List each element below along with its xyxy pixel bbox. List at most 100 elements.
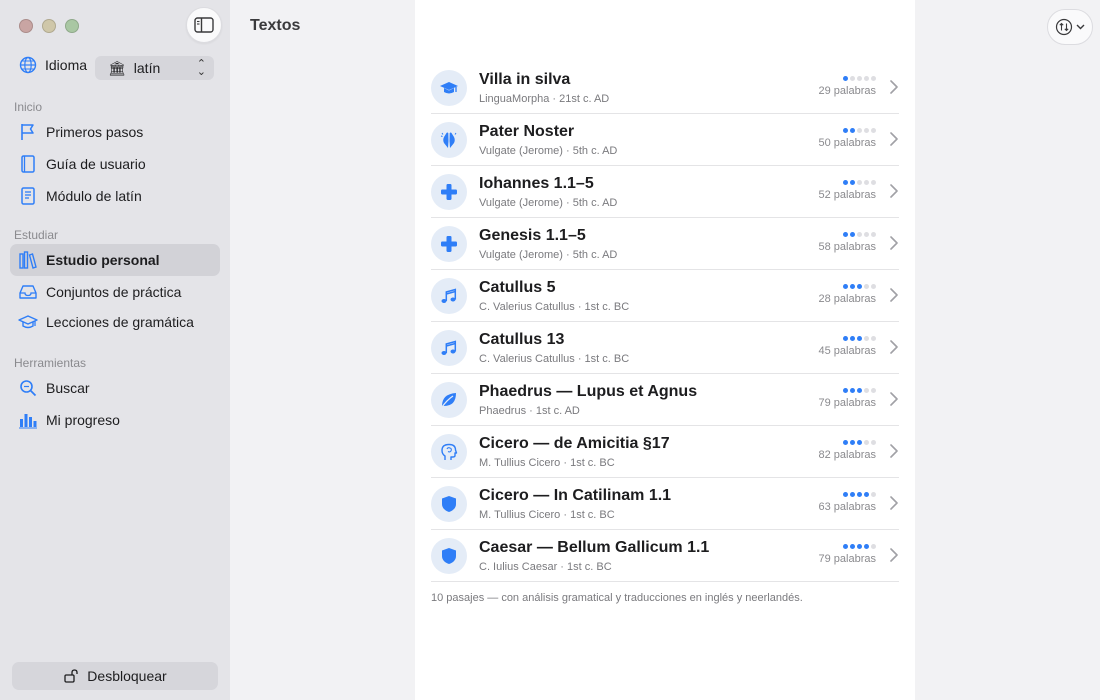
text-source: Phaedrus · 1st c. AD: [479, 405, 580, 417]
chevron-right-icon: [890, 392, 898, 406]
cross-icon-badge: [431, 226, 467, 262]
graduation-cap-icon-badge: [431, 70, 467, 106]
sidebar-item-label: Lecciones de gramática: [46, 314, 194, 330]
zoom-window-button[interactable]: [65, 19, 79, 33]
difficulty-dot: [871, 492, 876, 497]
text-source: C. Valerius Catullus · 1st c. BC: [479, 301, 630, 313]
text-row[interactable]: Villa in silva LinguaMorpha · 21st c. AD 2…: [431, 62, 899, 114]
difficulty-dot: [871, 232, 876, 237]
shield-icon: [442, 548, 456, 564]
graduation-cap-icon: [440, 82, 458, 94]
word-count: 28 palabras: [818, 293, 877, 305]
chevron-right-icon: [890, 288, 898, 302]
text-title: Caesar — Bellum Gallicum 1.1: [479, 539, 710, 556]
sidebar-item-label: Guía de usuario: [46, 156, 146, 172]
difficulty-dot: [864, 492, 869, 497]
section-title-estudiar: Estudiar: [14, 228, 59, 242]
difficulty-dot: [864, 284, 869, 289]
music-notes-icon-badge: [431, 330, 467, 366]
window-controls: [19, 19, 79, 33]
sidebar-item-estudio-personal[interactable]: Estudio personal: [10, 244, 220, 276]
head-profile-icon: [441, 443, 458, 460]
difficulty-dots: [843, 76, 876, 81]
section-title-inicio: Inicio: [14, 100, 43, 114]
difficulty-dot: [864, 76, 869, 81]
text-row[interactable]: Genesis 1.1–5 Vulgate (Jerome) · 5th c. A…: [431, 218, 899, 270]
difficulty-dot: [850, 440, 855, 445]
text-source: C. Valerius Catullus · 1st c. BC: [479, 353, 630, 365]
text-row[interactable]: Pater Noster Vulgate (Jerome) · 5th c. AD…: [431, 114, 899, 166]
text-source: Vulgate (Jerome) · 5th c. AD: [479, 197, 618, 209]
text-row[interactable]: Cicero — de Amicitia §17 M. Tullius Cicer…: [431, 426, 899, 478]
text-source: M. Tullius Cicero · 1st c. BC: [479, 509, 615, 521]
text-row[interactable]: Cicero — In Catilinam 1.1 M. Tullius Cice…: [431, 478, 899, 530]
text-title: Cicero — de Amicitia §17: [479, 435, 670, 452]
language-row: Idioma 🏛 latín ⌃ ⌄: [19, 56, 214, 80]
flag-icon: [21, 124, 34, 140]
difficulty-dot: [857, 284, 862, 289]
minimize-window-button[interactable]: [42, 19, 56, 33]
difficulty-dot: [864, 180, 869, 185]
music-notes-icon-badge: [431, 278, 467, 314]
difficulty-dot: [857, 544, 862, 549]
text-title: Phaedrus — Lupus et Agnus: [479, 383, 698, 400]
sidebar-item-modulo-de-latin[interactable]: Módulo de latín: [10, 180, 220, 212]
sort-button[interactable]: [1047, 9, 1093, 45]
difficulty-dots: [843, 440, 876, 445]
text-source: Vulgate (Jerome) · 5th c. AD: [479, 249, 618, 261]
praying-hands-icon-badge: [431, 122, 467, 158]
text-title: Cicero — In Catilinam 1.1: [479, 487, 672, 504]
text-row[interactable]: Phaedrus — Lupus et Agnus Phaedrus · 1st …: [431, 374, 899, 426]
sidebar-toggle-button[interactable]: [186, 7, 222, 43]
text-title: Genesis 1.1–5: [479, 227, 586, 244]
sidebar-item-mi-progreso[interactable]: Mi progreso: [10, 404, 220, 436]
text-title: Catullus 13: [479, 331, 565, 348]
sidebar-item-label: Mi progreso: [46, 412, 120, 428]
main-area: Textos Villa in silva LinguaMorpha · 21st…: [230, 0, 1100, 700]
language-select[interactable]: 🏛 latín ⌃ ⌄: [95, 56, 214, 80]
difficulty-dot: [871, 76, 876, 81]
difficulty-dots: [843, 180, 876, 185]
difficulty-dot: [843, 440, 848, 445]
search-icon: [20, 380, 37, 397]
sidebar-item-guia-de-usuario[interactable]: Guía de usuario: [10, 148, 220, 180]
word-count: 63 palabras: [818, 501, 877, 513]
shield-icon: [442, 496, 456, 512]
unlock-button[interactable]: Desbloquear: [12, 662, 218, 690]
difficulty-dot: [843, 284, 848, 289]
text-row[interactable]: Catullus 13 C. Valerius Catullus · 1st c.…: [431, 322, 899, 374]
difficulty-dot: [843, 492, 848, 497]
difficulty-dot: [857, 440, 862, 445]
difficulty-dots: [843, 336, 876, 341]
difficulty-dot: [850, 336, 855, 341]
sidebar-icon: [194, 17, 214, 33]
difficulty-dot: [843, 388, 848, 393]
difficulty-dot: [843, 76, 848, 81]
difficulty-dot: [850, 76, 855, 81]
sidebar-item-label: Primeros pasos: [46, 124, 144, 140]
word-count: 45 palabras: [818, 345, 877, 357]
head-profile-icon-badge: [431, 434, 467, 470]
book-icon: [21, 155, 35, 173]
difficulty-dot: [843, 336, 848, 341]
sidebar: Idioma 🏛 latín ⌃ ⌄ Inicio Primeros pasos …: [0, 0, 230, 700]
text-title: Pater Noster: [479, 123, 575, 140]
chevron-right-icon: [890, 184, 898, 198]
text-row[interactable]: Iohannes 1.1–5 Vulgate (Jerome) · 5th c. …: [431, 166, 899, 218]
text-title: Villa in silva: [479, 71, 571, 88]
text-row[interactable]: Caesar — Bellum Gallicum 1.1 C. Iulius Ca…: [431, 530, 899, 582]
library-icon: [19, 251, 37, 269]
sidebar-item-primeros-pasos[interactable]: Primeros pasos: [10, 116, 220, 148]
document-icon: [21, 187, 35, 205]
text-row[interactable]: Catullus 5 C. Valerius Catullus · 1st c. …: [431, 270, 899, 322]
close-window-button[interactable]: [19, 19, 33, 33]
text-title: Catullus 5: [479, 279, 556, 296]
sidebar-item-conjuntos-de-practica[interactable]: Conjuntos de práctica: [10, 276, 220, 308]
difficulty-dot: [871, 336, 876, 341]
unlock-label: Desbloquear: [87, 668, 167, 684]
difficulty-dot: [864, 388, 869, 393]
text-source: LinguaMorpha · 21st c. AD: [479, 93, 610, 105]
sidebar-item-lecciones-de-gramatica[interactable]: Lecciones de gramática: [10, 306, 220, 338]
difficulty-dot: [843, 544, 848, 549]
sidebar-item-buscar[interactable]: Buscar: [10, 372, 220, 404]
